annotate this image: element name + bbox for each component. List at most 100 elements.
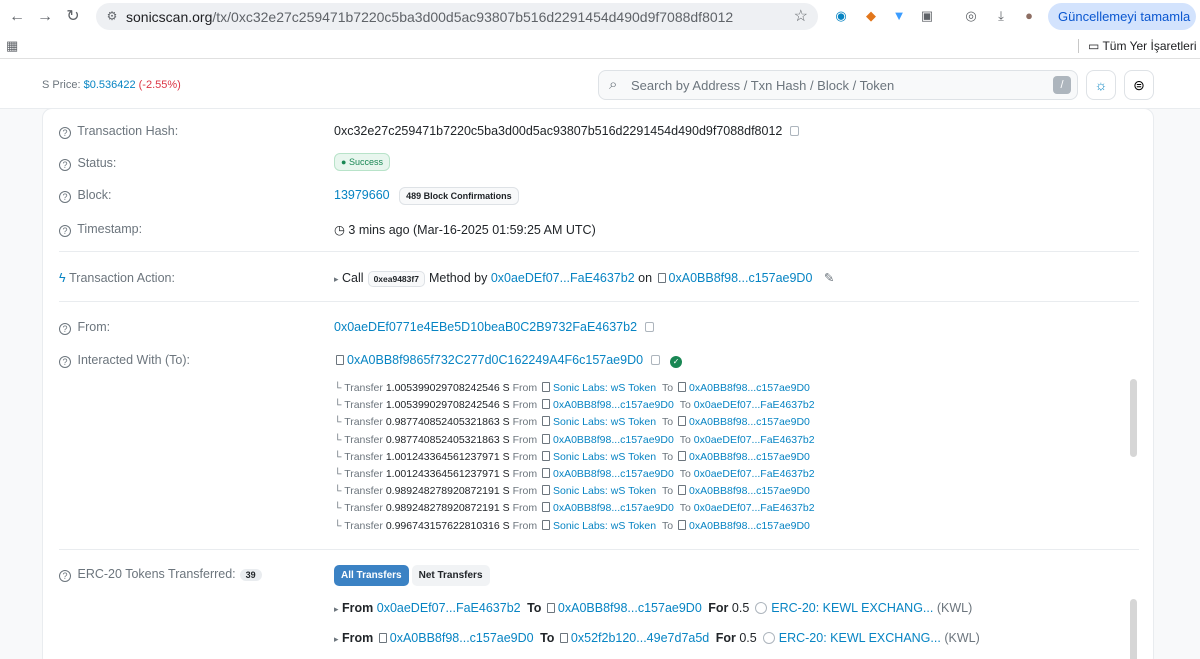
contract-doc-icon: [541, 416, 550, 427]
extension-sonic-icon[interactable]: ◉: [832, 7, 850, 25]
transfer-amount: 0.987740852405321863: [385, 433, 500, 446]
help-icon[interactable]: ?: [59, 323, 71, 335]
extension-metamask-icon[interactable]: ◆: [862, 7, 880, 25]
erc20-from-link[interactable]: 0xA0BB8f98...c157ae9D0: [390, 631, 534, 645]
transfer-from-link[interactable]: Sonic Labs: wS Token: [553, 382, 656, 394]
transfer-unit: S: [502, 502, 510, 515]
transfer-to-link[interactable]: 0xA0BB8f98...c157ae9D0: [689, 520, 810, 532]
price-value[interactable]: $0.536422: [84, 79, 136, 91]
transfers-scrollbar[interactable]: [1130, 379, 1137, 457]
timestamp-value: ◷ 3 mins ago (Mar-16-2025 01:59:25 AM UT…: [334, 223, 596, 237]
transfer-from-link[interactable]: 0xA0BB8f98...c157ae9D0: [553, 434, 674, 446]
transfer-to-link[interactable]: 0xA0BB8f98...c157ae9D0: [689, 451, 810, 463]
apps-grid-icon[interactable]: ▦: [6, 38, 18, 54]
to-value: 0xA0BB8f9865f732C277d0C162249A4F6c157ae9…: [334, 353, 683, 368]
search-input[interactable]: ⌕ Search by Address / Txn Hash / Block /…: [598, 70, 1078, 100]
edit-pencil-icon[interactable]: ✎: [824, 271, 834, 285]
erc20-token-symbol: (KWL): [936, 601, 973, 615]
transfer-to-link[interactable]: 0xA0BB8f98...c157ae9D0: [689, 382, 810, 394]
help-icon[interactable]: ?: [59, 191, 71, 203]
erc20-scrollbar[interactable]: [1130, 599, 1137, 659]
extension-wallet-icon[interactable]: ▼: [890, 7, 908, 25]
erc20-to-link[interactable]: 0x52f2b120...49e7d7a5d: [571, 631, 709, 645]
block-link[interactable]: 13979660: [334, 188, 390, 202]
all-bookmarks-link[interactable]: ▭ Tüm Yer İşaretleri: [1088, 39, 1197, 53]
update-button[interactable]: Güncellemeyi tamamla: [1048, 3, 1196, 30]
tx-action-label: ϟ Transaction Action:: [59, 271, 175, 285]
transaction-overview-card: ? Transaction Hash: 0xc32e27c259471b7220…: [42, 108, 1154, 659]
erc20-to-link[interactable]: 0xA0BB8f98...c157ae9D0: [558, 601, 702, 615]
to-address-link[interactable]: 0xA0BB8f9865f732C277d0C162249A4F6c157ae9…: [347, 353, 643, 367]
address-bar[interactable]: ⚙ sonicscan.org/tx/0xc32e27c259471b7220c…: [96, 3, 818, 30]
browser-toolbar: ← → ↻ ⚙ sonicscan.org/tx/0xc32e27c259471…: [0, 0, 1200, 33]
to-word: To: [679, 433, 691, 446]
price-change: (-2.55%): [138, 79, 181, 91]
caret-right-icon[interactable]: ▸: [334, 274, 339, 284]
help-icon[interactable]: ?: [59, 127, 71, 139]
transfer-to-link[interactable]: 0x0aeDEf07...FaE4637b2: [694, 502, 815, 514]
transfer-from-link[interactable]: Sonic Labs: wS Token: [553, 485, 656, 497]
contract-doc-icon: [657, 273, 666, 283]
confirmations-badge: 489 Block Confirmations: [399, 187, 519, 205]
forward-icon[interactable]: →: [34, 6, 56, 28]
copy-icon[interactable]: [645, 322, 655, 332]
contract-doc-icon: [541, 502, 550, 513]
transfer-to-link[interactable]: 0x0aeDEf07...FaE4637b2: [694, 468, 815, 480]
transfer-from-link[interactable]: 0xA0BB8f98...c157ae9D0: [553, 468, 674, 480]
profile-avatar-icon[interactable]: ●: [1020, 7, 1038, 25]
reload-icon[interactable]: ↻: [62, 6, 84, 28]
transfer-from-link[interactable]: Sonic Labs: wS Token: [553, 520, 656, 532]
theme-toggle-sun-icon[interactable]: ☼: [1086, 70, 1116, 100]
copy-icon[interactable]: [790, 126, 800, 136]
transfer-from-link[interactable]: 0xA0BB8f98...c157ae9D0: [553, 399, 674, 411]
verified-check-icon: ✓: [670, 356, 683, 368]
divider: [59, 549, 1139, 550]
erc20-token-link[interactable]: ERC-20: KEWL EXCHANG...: [771, 601, 933, 615]
back-icon[interactable]: ←: [6, 6, 28, 28]
to-word: To: [662, 519, 674, 532]
transfer-amount: 1.001243364561237971: [385, 450, 500, 463]
erc20-from-link[interactable]: 0x0aeDEf07...FaE4637b2: [377, 601, 521, 615]
help-icon[interactable]: ?: [59, 356, 71, 368]
tab-net-transfers[interactable]: Net Transfers: [411, 565, 490, 586]
transfer-from-link[interactable]: 0xA0BB8f98...c157ae9D0: [553, 502, 674, 514]
transfer-to-link[interactable]: 0x0aeDEf07...FaE4637b2: [694, 434, 815, 446]
transfer-row: └ Transfer 1.001243364561237971 S From S…: [334, 450, 810, 463]
copy-icon[interactable]: [651, 355, 661, 365]
transfer-to-link[interactable]: 0x0aeDEf07...FaE4637b2: [694, 399, 815, 411]
extensions-puzzle-icon[interactable]: ▣: [918, 7, 936, 25]
performance-icon[interactable]: ◎: [962, 7, 980, 25]
help-icon[interactable]: ?: [59, 159, 71, 171]
bookmark-star-icon[interactable]: ☆: [794, 6, 808, 26]
sonic-logo-icon[interactable]: ⊜: [1124, 70, 1154, 100]
contract-doc-icon: [678, 450, 687, 461]
erc20-token-link[interactable]: ERC-20: KEWL EXCHANG...: [779, 631, 941, 645]
token-logo-icon: [755, 602, 768, 614]
caret-right-icon[interactable]: ▸: [334, 604, 339, 614]
transfer-row: └ Transfer 0.987740852405321863 S From S…: [334, 416, 810, 428]
transfer-to-link[interactable]: 0xA0BB8f98...c157ae9D0: [689, 485, 810, 497]
action-contract-link[interactable]: 0xA0BB8f98...c157ae9D0: [669, 271, 813, 285]
transfer-to-link[interactable]: 0xA0BB8f98...c157ae9D0: [689, 416, 810, 428]
caret-right-icon[interactable]: ▸: [334, 634, 339, 644]
status-label: ? Status:: [59, 156, 116, 171]
from-word: From: [512, 519, 538, 532]
erc20-transfer-row: ▸ From 0xA0BB8f98...c157ae9D0 To 0x52f2b…: [334, 631, 980, 645]
erc20-label: ? ERC-20 Tokens Transferred: 39: [59, 567, 262, 582]
download-icon[interactable]: ⤓: [992, 7, 1010, 25]
contract-doc-icon: [541, 399, 550, 410]
help-icon[interactable]: ?: [59, 570, 71, 582]
transfer-from-link[interactable]: Sonic Labs: wS Token: [553, 451, 656, 463]
transfer-row: └ Transfer 0.987740852405321863 S From 0…: [334, 433, 815, 446]
from-address-link[interactable]: 0x0aeDEf0771e4EBe5D10beaB0C2B9732FaE4637…: [334, 320, 637, 334]
help-icon[interactable]: ?: [59, 225, 71, 237]
site-info-icon[interactable]: ⚙: [104, 8, 120, 24]
to-word: To: [679, 468, 691, 480]
tab-all-transfers[interactable]: All Transfers: [334, 565, 409, 586]
tree-branch-icon: └: [334, 382, 342, 394]
transfer-from-link[interactable]: Sonic Labs: wS Token: [553, 416, 656, 428]
contract-doc-icon: [541, 382, 550, 392]
from-word: From: [512, 485, 538, 498]
transfer-unit: S: [502, 519, 510, 532]
action-by-link[interactable]: 0x0aeDEf07...FaE4637b2: [491, 271, 635, 285]
